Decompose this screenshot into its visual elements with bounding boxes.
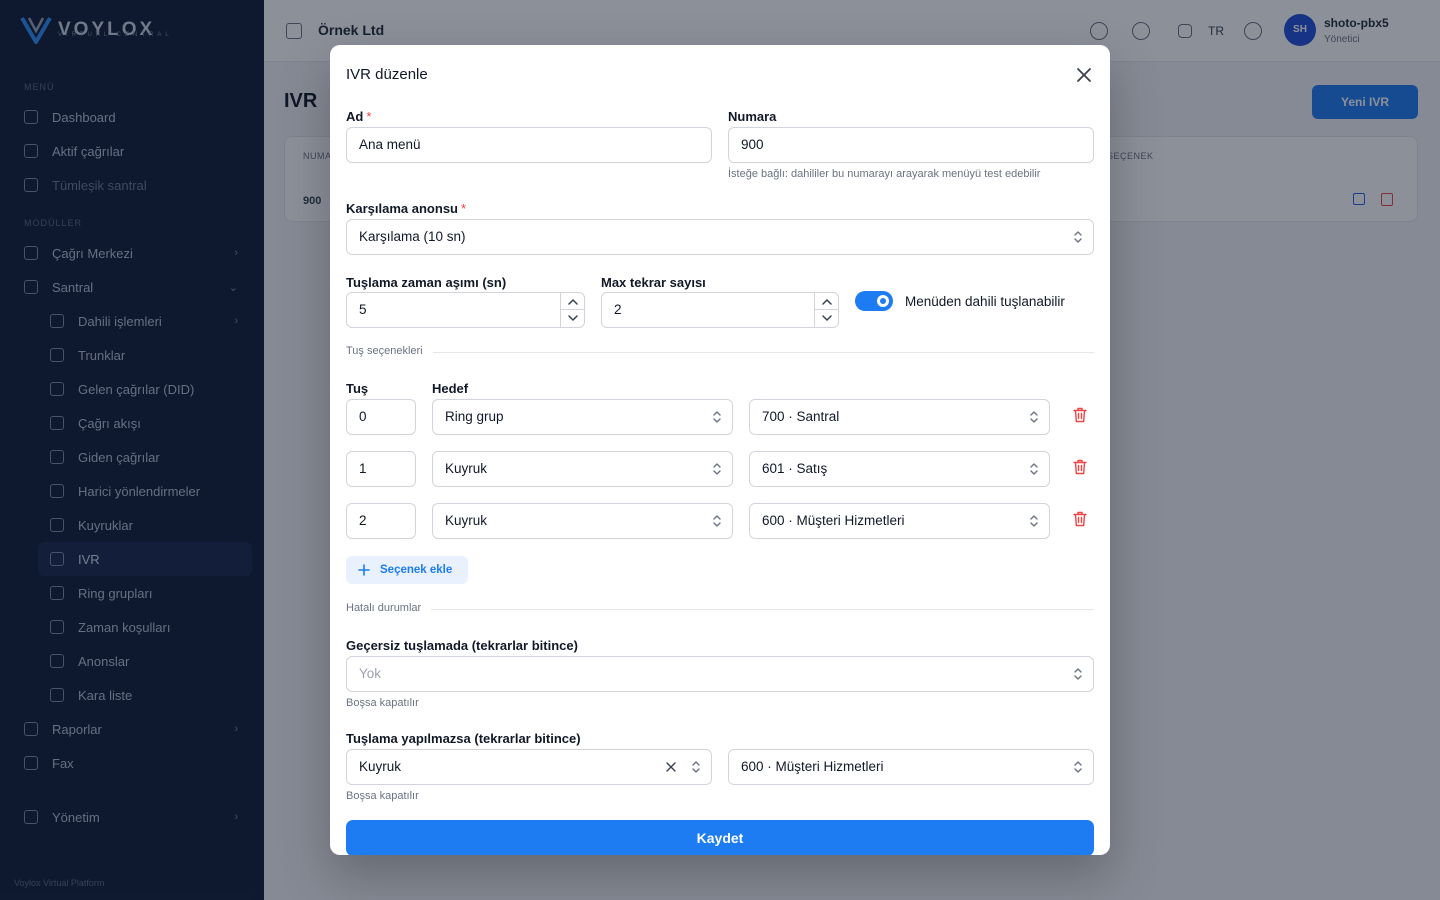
chevron-up-icon bbox=[822, 298, 832, 305]
option-type-select[interactable]: Kuyruk bbox=[432, 503, 733, 539]
save-button[interactable]: Kaydet bbox=[346, 820, 1094, 855]
add-option-button[interactable]: Seçenek ekle bbox=[346, 556, 468, 584]
option-type-value: Kuyruk bbox=[445, 513, 488, 528]
option-target-value: 601 · Satış bbox=[762, 461, 828, 476]
trash-icon[interactable] bbox=[1073, 407, 1087, 423]
chevron-up-down-icon bbox=[713, 411, 721, 423]
option-target-value: 600 · Müşteri Hizmetleri bbox=[762, 513, 905, 528]
clear-icon[interactable] bbox=[665, 761, 677, 773]
chevron-up-down-icon bbox=[1074, 761, 1082, 773]
direct-dial-toggle[interactable] bbox=[855, 291, 893, 311]
trash-icon[interactable] bbox=[1073, 459, 1087, 475]
chevron-up-down-icon bbox=[1074, 668, 1082, 680]
no-input-target-select[interactable]: 600 · Müşteri Hizmetleri bbox=[728, 749, 1094, 785]
required-mark: * bbox=[461, 201, 467, 216]
target-column-label: Hedef bbox=[432, 381, 469, 396]
trash-icon[interactable] bbox=[1073, 511, 1087, 527]
chevron-up-icon bbox=[568, 298, 578, 305]
chevron-up-down-icon bbox=[1030, 463, 1038, 475]
dialog-title: IVR düzenle bbox=[346, 66, 428, 83]
options-divider: Tuş seçenekleri bbox=[346, 345, 1094, 359]
add-option-label: Seçenek ekle bbox=[380, 564, 453, 576]
timeout-label: Tuşlama zaman aşımı (sn) bbox=[346, 275, 507, 290]
decrement-button[interactable] bbox=[561, 310, 584, 327]
timeout-stepper bbox=[560, 293, 584, 327]
chevron-up-down-icon bbox=[1030, 411, 1038, 423]
option-type-value: Ring grup bbox=[445, 409, 504, 424]
decrement-button[interactable] bbox=[815, 310, 838, 327]
max-repeat-number-input[interactable]: 2 bbox=[601, 292, 839, 328]
increment-button[interactable] bbox=[561, 293, 584, 310]
ivr-edit-dialog: IVR düzenle Ad * Ana menü Numara 900 İste… bbox=[330, 45, 1110, 855]
no-input-type-value: Kuyruk bbox=[359, 759, 402, 774]
option-type-select[interactable]: Ring grup bbox=[432, 399, 733, 435]
max-repeat-value: 2 bbox=[614, 302, 622, 317]
chevron-up-down-icon bbox=[713, 515, 721, 527]
greeting-label: Karşılama anonsu * bbox=[346, 201, 466, 216]
no-input-help: Boşsa kapatılır bbox=[346, 790, 419, 802]
toggle-knob bbox=[877, 295, 889, 307]
no-input-target-value: 600 · Müşteri Hizmetleri bbox=[741, 759, 884, 774]
divider-line bbox=[346, 352, 1094, 353]
number-help: İsteğe bağlı: dahililer bu numarayı aray… bbox=[728, 168, 1041, 180]
option-type-select[interactable]: Kuyruk bbox=[432, 451, 733, 487]
invalid-select-placeholder: Yok bbox=[359, 666, 382, 681]
greeting-label-text: Karşılama anonsu bbox=[346, 201, 458, 216]
required-mark: * bbox=[366, 109, 372, 124]
number-input[interactable]: 900 bbox=[728, 127, 1094, 163]
option-target-select[interactable]: 700 · Santral bbox=[749, 399, 1050, 435]
timeout-value: 5 bbox=[359, 302, 367, 317]
greeting-select[interactable]: Karşılama (10 sn) bbox=[346, 219, 1094, 255]
option-key-input[interactable]: 0 bbox=[346, 399, 416, 435]
greeting-select-value: Karşılama (10 sn) bbox=[359, 229, 466, 244]
divider-line bbox=[346, 609, 1094, 610]
option-type-value: Kuyruk bbox=[445, 461, 488, 476]
name-label-text: Ad bbox=[346, 109, 364, 124]
key-column-label: Tuş bbox=[346, 381, 369, 396]
max-repeat-label: Max tekrar sayısı bbox=[601, 275, 706, 290]
chevron-up-down-icon bbox=[713, 463, 721, 475]
option-target-value: 700 · Santral bbox=[762, 409, 840, 424]
timeout-number-input[interactable]: 5 bbox=[346, 292, 585, 328]
no-input-type-select[interactable]: Kuyruk bbox=[346, 749, 712, 785]
direct-dial-label: Menüden dahili tuşlanabilir bbox=[905, 294, 1065, 309]
max-repeat-stepper bbox=[814, 293, 838, 327]
name-label: Ad * bbox=[346, 109, 371, 124]
chevron-up-down-icon bbox=[1030, 515, 1038, 527]
chevron-down-icon bbox=[822, 315, 832, 322]
option-target-select[interactable]: 600 · Müşteri Hizmetleri bbox=[749, 503, 1050, 539]
error-divider: Hatalı durumlar bbox=[346, 602, 1094, 616]
invalid-select[interactable]: Yok bbox=[346, 656, 1094, 692]
invalid-help: Boşsa kapatılır bbox=[346, 697, 419, 709]
error-section-title: Hatalı durumlar bbox=[346, 602, 432, 614]
chevron-down-icon bbox=[568, 315, 578, 322]
plus-icon bbox=[358, 564, 370, 576]
option-key-input[interactable]: 1 bbox=[346, 451, 416, 487]
option-key-input[interactable]: 2 bbox=[346, 503, 416, 539]
increment-button[interactable] bbox=[815, 293, 838, 310]
chevron-up-down-icon bbox=[692, 761, 700, 773]
number-label: Numara bbox=[728, 109, 777, 124]
invalid-label: Geçersiz tuşlamada (tekrarlar bitince) bbox=[346, 638, 578, 653]
name-input[interactable]: Ana menü bbox=[346, 127, 712, 163]
options-section-title: Tuş seçenekleri bbox=[346, 345, 433, 357]
close-icon[interactable] bbox=[1074, 65, 1094, 85]
option-target-select[interactable]: 601 · Satış bbox=[749, 451, 1050, 487]
no-input-label: Tuşlama yapılmazsa (tekrarlar bitince) bbox=[346, 731, 581, 746]
chevron-up-down-icon bbox=[1074, 231, 1082, 243]
